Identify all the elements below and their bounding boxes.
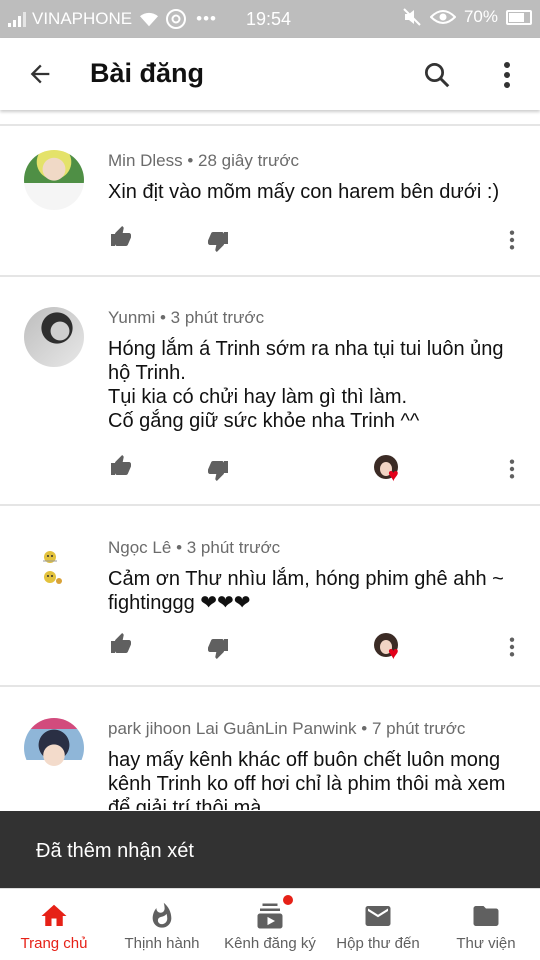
- mail-icon: [365, 906, 391, 926]
- thumbs-up-icon[interactable]: [108, 225, 134, 249]
- nav-label: Hộp thư đến: [336, 935, 420, 952]
- mute-icon: [403, 8, 421, 26]
- home-icon: [41, 904, 67, 926]
- thumbs-down-icon[interactable]: [205, 458, 231, 482]
- eye-icon: [429, 10, 456, 24]
- thumbs-up-icon[interactable]: [108, 454, 134, 478]
- notification-badge: [283, 895, 293, 905]
- avatar-image: [43, 551, 62, 584]
- comment-more-icon[interactable]: [506, 229, 518, 251]
- comment-author[interactable]: Ngọc Lê: [108, 538, 171, 557]
- status-bar: VINAPHONE ••• 19:54 70%: [0, 0, 540, 38]
- snackbar-message: Đã thêm nhận xét: [36, 840, 194, 862]
- heart-icon: ♥: [388, 643, 399, 663]
- comment-item: Ngọc Lê • 3 phút trước Cảm ơn Thư nhìu l…: [0, 507, 540, 687]
- wifi-icon: [140, 12, 159, 27]
- battery-icon: [506, 9, 532, 25]
- meta-separator: •: [361, 719, 368, 738]
- comment-time: 3 phút trước: [186, 538, 281, 557]
- meta-separator: •: [176, 538, 183, 557]
- divider: [0, 504, 540, 506]
- comment-author[interactable]: park jihoon Lai GuânLin Panwink: [108, 719, 357, 738]
- comment-more-icon[interactable]: [506, 636, 518, 658]
- more-vert-icon[interactable]: [497, 60, 517, 90]
- clock: 19:54: [246, 9, 292, 29]
- flame-icon: [152, 902, 172, 928]
- comment-time: 3 phút trước: [170, 308, 265, 327]
- folder-icon: [473, 906, 499, 926]
- comment-text: hay mấy kênh khác off buôn chết luôn mon…: [108, 749, 506, 810]
- battery-percent: 70%: [463, 7, 498, 26]
- comment-list[interactable]: Min Dless • 28 giây trước Xin địt vào mõ…: [0, 110, 540, 810]
- thumbs-down-icon[interactable]: [205, 636, 231, 660]
- creator-heart-badge: ♥: [374, 455, 408, 485]
- comment-item: park jihoon Lai GuânLin Panwink • 7 phút…: [0, 688, 540, 810]
- search-icon[interactable]: [422, 60, 452, 90]
- app-bar: Bài đăng: [0, 38, 540, 110]
- snackbar: Đã thêm nhận xét: [0, 811, 540, 888]
- nav-label: Thư viện: [456, 935, 516, 952]
- heart-icon: ♥: [388, 465, 399, 485]
- comment-author[interactable]: Yunmi: [108, 308, 155, 327]
- page-title: Bài đăng: [90, 58, 205, 88]
- comment-text: Xin địt vào mõm mấy con harem bên dưới :…: [108, 181, 500, 203]
- avatar[interactable]: [24, 537, 84, 597]
- nav-label: Trang chủ: [20, 935, 88, 952]
- avatar[interactable]: [24, 718, 84, 778]
- more-notifications-icon: •••: [196, 9, 217, 28]
- comment-item: Yunmi • 3 phút trước Hóng lắm á Trinh sớ…: [0, 277, 540, 506]
- thumbs-up-icon[interactable]: [108, 632, 134, 656]
- nav-library[interactable]: Thư viện: [432, 889, 540, 960]
- comment-text: Cảm ơn Thư nhìu lắm, hóng phim ghê ahh ~…: [108, 568, 504, 614]
- nav-home[interactable]: Trang chủ: [0, 889, 108, 960]
- bottom-nav: Trang chủ Thịnh hành Kênh đăng ký Hộp th…: [0, 888, 540, 960]
- chrome-icon: [166, 9, 187, 29]
- comment-text: Hóng lắm á Trinh sớm ra nha tụi tui luôn…: [108, 338, 504, 432]
- carrier-name: VINAPHONE: [32, 9, 133, 28]
- thumbs-down-icon[interactable]: [205, 229, 231, 253]
- nav-label: Thịnh hành: [124, 935, 200, 952]
- meta-separator: •: [187, 151, 194, 170]
- comment-time: 7 phút trước: [371, 719, 466, 738]
- subscriptions-icon: [257, 903, 283, 929]
- meta-separator: •: [159, 308, 166, 327]
- avatar[interactable]: [24, 150, 84, 210]
- nav-trending[interactable]: Thịnh hành: [108, 889, 216, 960]
- nav-label: Kênh đăng ký: [224, 935, 316, 952]
- back-arrow-icon[interactable]: [26, 60, 54, 88]
- comment-item: Min Dless • 28 giây trước Xin địt vào mõ…: [0, 126, 540, 277]
- comment-time: 28 giây trước: [198, 151, 300, 170]
- comment-more-icon[interactable]: [506, 458, 518, 480]
- creator-heart-badge: ♥: [374, 633, 408, 663]
- comment-author[interactable]: Min Dless: [108, 151, 183, 170]
- avatar[interactable]: [24, 307, 84, 367]
- nav-inbox[interactable]: Hộp thư đến: [324, 889, 432, 960]
- divider: [0, 685, 540, 687]
- signal-icon: [8, 11, 26, 27]
- nav-subscriptions[interactable]: Kênh đăng ký: [216, 889, 324, 960]
